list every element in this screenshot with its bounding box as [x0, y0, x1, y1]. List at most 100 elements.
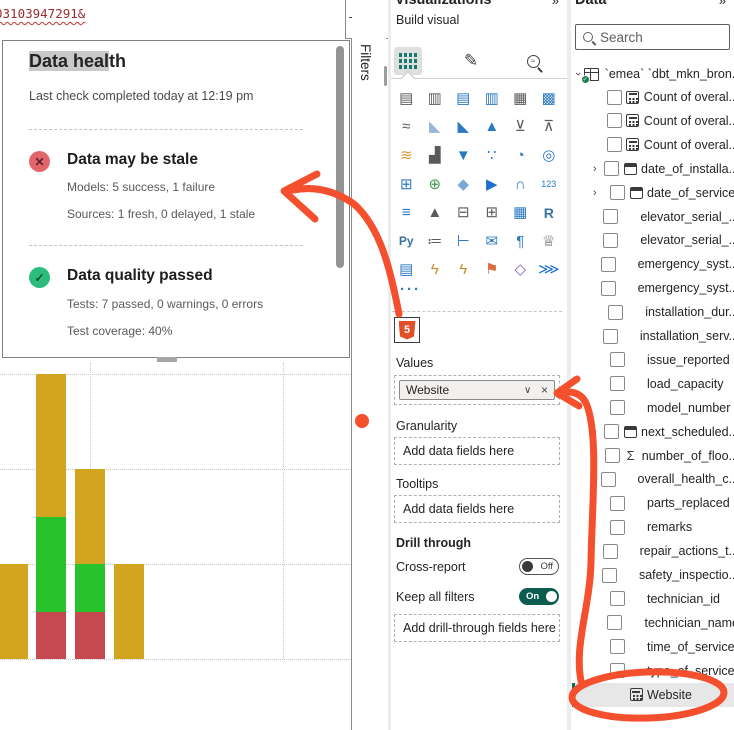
tooltip-scrollbar[interactable]: [336, 46, 344, 268]
bar-segment-gold[interactable]: [114, 564, 144, 659]
field-row[interactable]: issue_reported: [576, 348, 734, 372]
pie-chart-icon[interactable]: ◔: [506, 141, 535, 170]
field-checkbox[interactable]: [610, 400, 625, 415]
field-checkbox[interactable]: [605, 448, 620, 463]
field-checkbox[interactable]: [607, 90, 622, 105]
waterfall-chart-icon[interactable]: ▟: [421, 141, 450, 170]
funnel-chart-icon[interactable]: ▼: [449, 141, 478, 170]
scatter-chart-icon[interactable]: ∵: [478, 141, 507, 170]
stacked-area-chart-icon[interactable]: ◣: [449, 113, 478, 142]
chevron-down-icon[interactable]: ∨: [524, 385, 534, 396]
line-and-clustered-column-chart-icon[interactable]: ⊼: [535, 113, 564, 142]
field-row[interactable]: technician_id: [576, 587, 734, 611]
power-automate-visual-icon[interactable]: ⋙: [535, 256, 564, 285]
field-row[interactable]: ›date_of_service: [576, 181, 734, 205]
field-row[interactable]: repair_actions_t...: [576, 539, 734, 563]
field-row[interactable]: Count of overal...: [576, 133, 734, 157]
field-checkbox[interactable]: [602, 568, 617, 583]
ribbon-chart-icon[interactable]: ≋: [392, 141, 421, 170]
bar-segment-gold[interactable]: [0, 564, 28, 659]
area-chart-icon[interactable]: ◣: [421, 113, 450, 142]
field-row[interactable]: time_of_service: [576, 635, 734, 659]
field-row[interactable]: ›next_scheduled...: [576, 420, 734, 444]
field-checkbox[interactable]: [608, 305, 623, 320]
field-row[interactable]: parts_replaced: [576, 491, 734, 515]
field-checkbox[interactable]: [603, 329, 618, 344]
stacked-bar-chart-icon[interactable]: ▤: [392, 84, 421, 113]
smart-narrative-icon[interactable]: ¶: [506, 227, 535, 256]
field-row[interactable]: ✓Website: [576, 683, 734, 707]
filters-pane-label[interactable]: Filters: [358, 44, 373, 81]
tab-analytics[interactable]: ≈: [519, 47, 547, 75]
field-checkbox[interactable]: [610, 352, 625, 367]
table-icon[interactable]: ⊞: [478, 198, 507, 227]
paginated-report-icon[interactable]: ▤: [392, 256, 421, 285]
field-checkbox[interactable]: [601, 472, 616, 487]
field-checkbox[interactable]: [607, 615, 622, 630]
card-icon[interactable]: 123: [535, 170, 564, 199]
matrix-icon[interactable]: ▦: [506, 198, 535, 227]
line-chart-icon[interactable]: ≈: [392, 113, 421, 142]
field-row[interactable]: emergency_syst...: [576, 252, 734, 276]
bar-segment-green[interactable]: [75, 564, 105, 612]
field-checkbox[interactable]: [607, 113, 622, 128]
field-checkbox[interactable]: [601, 281, 616, 296]
multi-row-card-icon[interactable]: ≡: [392, 198, 421, 227]
filled-map-icon[interactable]: ◆: [449, 170, 478, 199]
remove-field-icon[interactable]: ×: [541, 383, 548, 397]
field-checkbox[interactable]: [610, 639, 625, 654]
field-row[interactable]: remarks: [576, 515, 734, 539]
search-input[interactable]: Search: [575, 24, 730, 50]
100-stacked-column-chart-icon[interactable]: ▩: [535, 84, 564, 113]
field-checkbox[interactable]: [610, 663, 625, 678]
bar-segment-gold[interactable]: [36, 374, 66, 517]
field-checkbox[interactable]: [604, 424, 619, 439]
field-row[interactable]: technician_name: [576, 611, 734, 635]
collapse-pane-icon[interactable]: »: [552, 0, 559, 8]
field-checkbox[interactable]: [610, 185, 625, 200]
field-checkbox[interactable]: [607, 137, 622, 152]
field-row[interactable]: emergency_syst...: [576, 276, 734, 300]
r-script-visual-icon[interactable]: R: [535, 198, 564, 227]
field-checkbox[interactable]: [610, 520, 625, 535]
field-row[interactable]: elevator_serial_...: [576, 205, 734, 229]
horizontal-scrollbar-thumb[interactable]: [157, 357, 177, 362]
table-root-row[interactable]: › ✓ `emea` `dbt_mkn_bron...: [576, 62, 734, 86]
100-stacked-bar-chart-icon[interactable]: ▦: [506, 84, 535, 113]
bar-segment-red[interactable]: [36, 612, 66, 660]
slicer-icon[interactable]: ⊟: [449, 198, 478, 227]
field-row[interactable]: Count of overal...: [576, 109, 734, 133]
gauge-icon[interactable]: ∩: [506, 170, 535, 199]
field-checkbox[interactable]: [601, 257, 616, 272]
field-checkbox[interactable]: [603, 209, 618, 224]
field-row[interactable]: Σnumber_of_floo...: [576, 444, 734, 468]
dynamic-slicer-icon[interactable]: ϟ: [449, 256, 478, 285]
field-checkbox[interactable]: [604, 161, 619, 176]
field-row[interactable]: model_number: [576, 396, 734, 420]
bar-segment-green[interactable]: [36, 517, 66, 612]
slicer-new-icon[interactable]: ≔: [421, 227, 450, 256]
bar-segment-red[interactable]: [75, 612, 105, 660]
chevron-collapsed-icon[interactable]: ›: [593, 163, 597, 175]
field-checkbox[interactable]: [603, 544, 618, 559]
decomposition-tree-icon[interactable]: ⊢: [449, 227, 478, 256]
100-stacked-area-chart-icon[interactable]: ▲: [478, 113, 507, 142]
tab-format-visual[interactable]: ✎: [457, 47, 485, 75]
collapse-pane-icon[interactable]: »: [719, 0, 726, 8]
field-checkbox[interactable]: [610, 496, 625, 511]
field-row[interactable]: elevator_serial_...: [576, 228, 734, 252]
field-row[interactable]: ›date_of_installa...: [576, 157, 734, 181]
line-and-stacked-column-chart-icon[interactable]: ⊻: [506, 113, 535, 142]
cross-report-toggle[interactable]: Off: [519, 558, 559, 575]
field-row[interactable]: type_of_service: [576, 659, 734, 683]
field-row[interactable]: installation_dur...: [576, 300, 734, 324]
field-row[interactable]: overall_health_c...: [576, 467, 734, 491]
field-checkbox[interactable]: [610, 376, 625, 391]
field-checkbox[interactable]: [603, 233, 618, 248]
bar-segment-gold[interactable]: [75, 469, 105, 564]
power-apps-card-icon[interactable]: ϟ: [421, 256, 450, 285]
map-icon[interactable]: ⊕: [421, 170, 450, 199]
clustered-bar-chart-icon[interactable]: ▤: [449, 84, 478, 113]
python-visual-icon[interactable]: Py: [392, 227, 421, 256]
more-visuals-icon[interactable]: ···: [400, 281, 421, 298]
